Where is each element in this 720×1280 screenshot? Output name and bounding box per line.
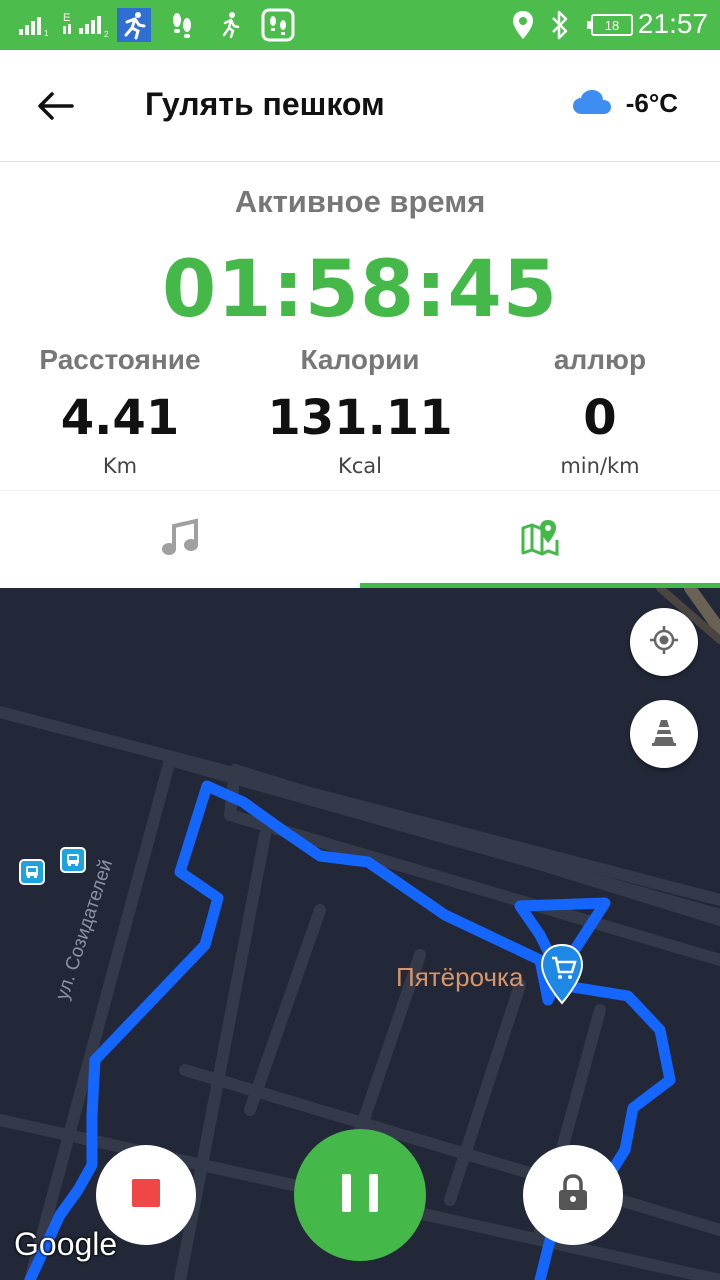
page-title: Гулять пешком [145, 86, 385, 122]
lock-icon [557, 1174, 589, 1216]
temperature: -6°C [625, 88, 678, 118]
pause-icon [340, 1172, 380, 1218]
weather-widget: -6°C [572, 88, 678, 119]
location-pin-icon [508, 0, 538, 50]
tab-bar [0, 490, 720, 588]
poi-label[interactable]: Пятёрочка [396, 962, 523, 993]
clock: 21:57 [637, 8, 708, 39]
bluetooth-icon [546, 0, 574, 50]
lock-button[interactable] [523, 1145, 623, 1245]
stop-button[interactable] [96, 1145, 196, 1245]
stat-value: 131.11 [267, 390, 453, 446]
stat-unit: Km [102, 454, 138, 478]
pause-button[interactable] [294, 1129, 426, 1261]
stat-label: Калории [300, 344, 420, 375]
footsteps-icon [168, 0, 196, 50]
tab-map[interactable] [360, 491, 720, 589]
stat-pace: аллюр 0 min/km [480, 344, 720, 478]
bus-stop-icon[interactable] [19, 859, 45, 885]
music-note-icon [160, 518, 200, 562]
my-location-button[interactable] [630, 608, 698, 676]
stat-calories: Калории 131.11 Kcal [240, 344, 480, 478]
bus-stop-icon[interactable] [60, 847, 86, 873]
stat-distance: Расстояние 4.41 Km [0, 344, 240, 478]
stop-icon [131, 1178, 161, 1212]
battery-icon: 18 [587, 14, 633, 36]
map-pin-icon [520, 518, 560, 562]
stat-value: 0 [583, 390, 617, 446]
stat-label: аллюр [553, 344, 647, 375]
svg-text:E: E [63, 12, 70, 24]
crosshair-icon [648, 624, 680, 660]
stat-unit: Kcal [337, 454, 383, 478]
signal-e-icon: E2 [60, 0, 112, 50]
svg-text:2: 2 [104, 30, 109, 39]
back-arrow-icon[interactable] [28, 80, 84, 132]
app-header: Гулять пешком -6°C [0, 50, 720, 162]
google-attribution: Google [14, 1226, 118, 1262]
signal-icon: 1 [16, 0, 50, 50]
stat-unit: min/km [560, 454, 640, 478]
running-app-icon [116, 0, 152, 50]
layers-button[interactable] [630, 700, 698, 768]
traffic-cone-icon [649, 717, 679, 751]
stat-label: Расстояние [39, 344, 201, 375]
stat-value: 4.41 [60, 390, 180, 446]
svg-text:1: 1 [44, 29, 49, 37]
tab-music[interactable] [0, 491, 360, 589]
workout-timer: 01:58:45 [161, 245, 559, 335]
active-time-label: Активное время [234, 184, 486, 219]
walking-person-icon [216, 0, 244, 50]
cloud-icon [572, 89, 612, 119]
status-bar: 1 E2 18 21:57 [0, 0, 720, 50]
footprints-app-icon [260, 0, 296, 50]
